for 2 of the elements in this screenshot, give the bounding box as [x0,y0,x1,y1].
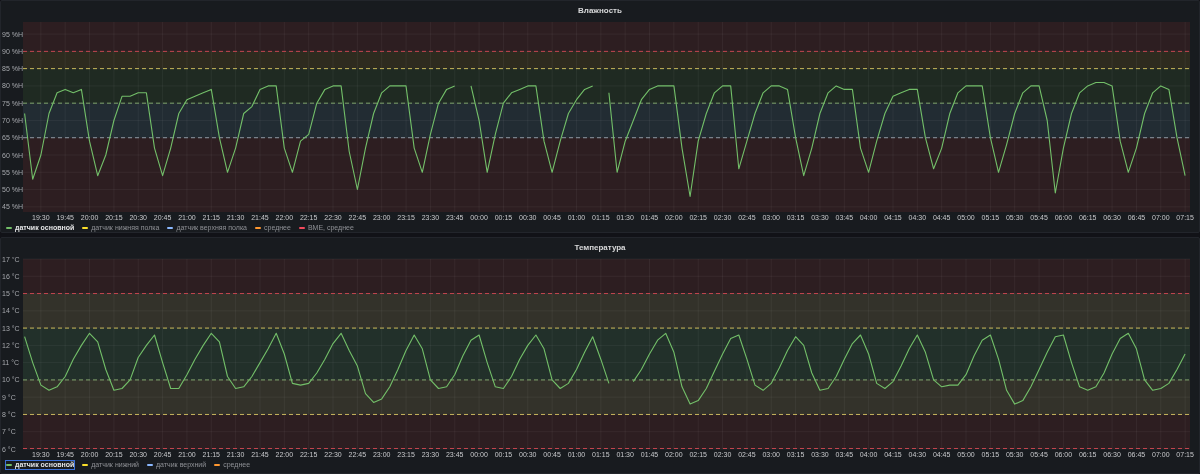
panel-title: Температура [573,241,627,254]
panel-title: Влажность [577,4,623,17]
